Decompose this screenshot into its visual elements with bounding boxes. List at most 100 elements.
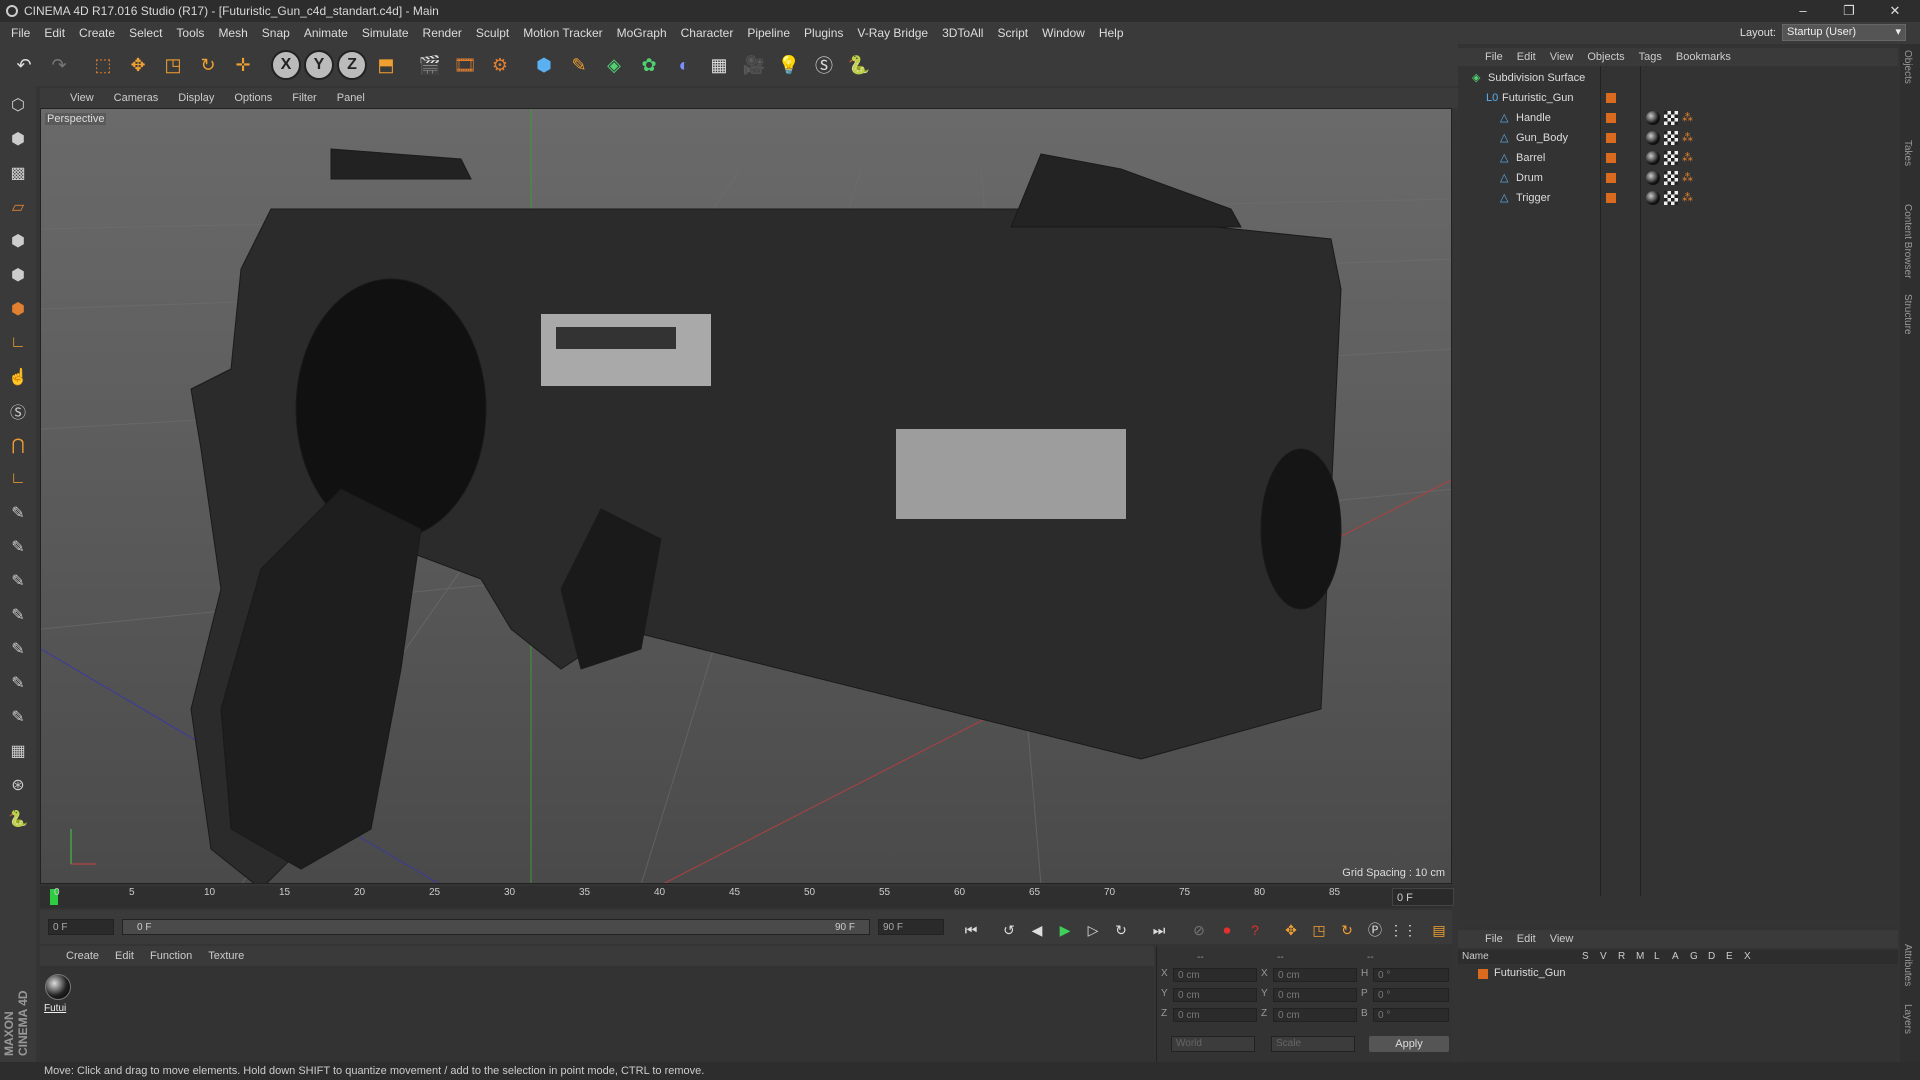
material-tag-icon[interactable] (1646, 151, 1660, 165)
layer-tag-icon[interactable] (1606, 173, 1616, 183)
uvw-tag-icon[interactable] (1664, 111, 1678, 125)
previous-frame-icon[interactable]: ◀ (1026, 919, 1048, 941)
x-axis-lock-button[interactable]: X (271, 50, 301, 80)
object-row[interactable]: △ Handle ⁂ (1458, 108, 1898, 128)
current-frame-field[interactable]: 0 F (1392, 888, 1454, 906)
menu-mesh[interactable]: Mesh (211, 26, 254, 40)
move-tool-icon[interactable]: ✥ (122, 49, 154, 81)
material-tag-icon[interactable] (1646, 171, 1660, 185)
next-key-icon[interactable]: ↻ (1110, 919, 1132, 941)
pen-spline-icon[interactable]: ✎ (563, 49, 595, 81)
workplane-icon[interactable]: ▱ (3, 192, 33, 222)
side-tab-takes[interactable]: Takes (1902, 140, 1913, 166)
layout-dropdown[interactable]: Startup (User) (1782, 24, 1906, 41)
layer-row[interactable]: Futuristic_Gun (1458, 966, 1898, 982)
viewport-menu-cameras[interactable]: Cameras (104, 92, 169, 104)
apply-button[interactable]: Apply (1369, 1036, 1449, 1052)
transform-tool-icon[interactable]: ✛ (227, 49, 259, 81)
brush-p-icon[interactable]: ✎ (3, 532, 33, 562)
position-field[interactable]: 0 cm (1173, 1008, 1257, 1022)
object-row[interactable]: △ Barrel ⁂ (1458, 148, 1898, 168)
timeline-layout-icon[interactable]: ▤ (1428, 919, 1450, 941)
layer-tag-icon[interactable] (1606, 113, 1616, 123)
y-axis-lock-button[interactable]: Y (304, 50, 334, 80)
start-frame-field[interactable]: 0 F (48, 919, 114, 935)
viewport-menu-options[interactable]: Options (224, 92, 282, 104)
axis-mode-icon[interactable]: ∟ (3, 328, 33, 358)
magnet-icon[interactable]: ⊛ (3, 770, 33, 800)
menu-pipeline[interactable]: Pipeline (740, 26, 797, 40)
mograph-cloner-icon[interactable]: ✿ (633, 49, 665, 81)
record-keys-icon[interactable]: ⊘ (1188, 919, 1210, 941)
layer-tag-icon[interactable] (1606, 133, 1616, 143)
live-selection-icon[interactable]: ⬚ (87, 49, 119, 81)
uvw-tag-icon[interactable] (1664, 131, 1678, 145)
menu-help[interactable]: Help (1092, 26, 1131, 40)
camera-icon[interactable]: 🎥 (738, 49, 770, 81)
vray-icon[interactable]: Ⓢ (808, 49, 840, 81)
solo-icon[interactable]: Ⓢ (3, 396, 33, 426)
brush-t-icon[interactable]: ✎ (3, 668, 33, 698)
scale-tool-icon[interactable]: ◳ (157, 49, 189, 81)
previous-key-icon[interactable]: ↺ (998, 919, 1020, 941)
menu-3dtoall[interactable]: 3DToAll (935, 26, 990, 40)
objects-menu-bookmarks[interactable]: Bookmarks (1669, 51, 1738, 63)
rotation-field[interactable]: 0 ° (1373, 988, 1449, 1002)
menu-file[interactable]: File (4, 26, 37, 40)
brush-u-icon[interactable]: ✎ (3, 702, 33, 732)
floor-environment-icon[interactable]: ▦ (703, 49, 735, 81)
brush-s-icon[interactable]: ✎ (3, 600, 33, 630)
menu-render[interactable]: Render (416, 26, 469, 40)
model-mode-icon[interactable]: ⬢ (3, 124, 33, 154)
size-field[interactable]: 0 cm (1273, 1008, 1357, 1022)
menu-animate[interactable]: Animate (297, 26, 355, 40)
go-to-end-icon[interactable]: ⏭ (1148, 919, 1170, 941)
phong-tag-icon[interactable]: ⁂ (1682, 168, 1693, 188)
key-scale-icon[interactable]: ◳ (1308, 919, 1330, 941)
polygons-mode-icon[interactable]: ⬢ (3, 294, 33, 324)
menu-script[interactable]: Script (990, 26, 1035, 40)
side-tab-attributes[interactable]: Attributes (1902, 944, 1913, 986)
size-field[interactable]: 0 cm (1273, 968, 1357, 982)
key-rotation-icon[interactable]: ↻ (1336, 919, 1358, 941)
menu-motion-tracker[interactable]: Motion Tracker (516, 26, 609, 40)
layer-column-r[interactable]: R (1618, 951, 1625, 962)
menu-window[interactable]: Window (1035, 26, 1092, 40)
render-settings-icon[interactable]: ⚙ (484, 49, 516, 81)
brush-r-icon[interactable]: ✎ (3, 566, 33, 596)
material-tag-icon[interactable] (1646, 111, 1660, 125)
layer-column-g[interactable]: G (1690, 951, 1698, 962)
layer-tag-icon[interactable] (1606, 93, 1616, 103)
menu-v-ray-bridge[interactable]: V-Ray Bridge (850, 26, 935, 40)
layers-menu-file[interactable]: File (1478, 933, 1510, 945)
layer-column-s[interactable]: S (1582, 951, 1589, 962)
autokey-icon[interactable]: ⏺ (1216, 919, 1238, 941)
cube-primitive-icon[interactable]: ⬢ (528, 49, 560, 81)
side-tab-objects[interactable]: Objects (1902, 50, 1913, 84)
objects-menu-edit[interactable]: Edit (1510, 51, 1543, 63)
layer-column-l[interactable]: L (1654, 951, 1660, 962)
perspective-viewport[interactable]: Perspective Grid Spacing : 10 cm (40, 108, 1452, 884)
layer-tag-icon[interactable] (1606, 153, 1616, 163)
menu-snap[interactable]: Snap (255, 26, 297, 40)
objects-menu-objects[interactable]: Objects (1580, 51, 1631, 63)
go-to-start-icon[interactable]: ⏮ (960, 919, 982, 941)
layer-column-d[interactable]: D (1708, 951, 1715, 962)
layers-menu-view[interactable]: View (1543, 933, 1581, 945)
menu-tools[interactable]: Tools (169, 26, 211, 40)
layer-column-v[interactable]: V (1600, 951, 1607, 962)
z-axis-lock-button[interactable]: Z (337, 50, 367, 80)
layers-menu-edit[interactable]: Edit (1510, 933, 1543, 945)
keyframe-selection-icon[interactable]: ? (1244, 919, 1266, 941)
object-row[interactable]: △ Drum ⁂ (1458, 168, 1898, 188)
python-icon[interactable]: 🐍 (843, 49, 875, 81)
edges-mode-icon[interactable]: ⬢ (3, 260, 33, 290)
end-frame-field[interactable]: 90 F (878, 919, 944, 935)
make-editable-icon[interactable]: ⬡ (3, 90, 33, 120)
brush-g-icon[interactable]: ✎ (3, 634, 33, 664)
side-tab-structure[interactable]: Structure (1902, 294, 1913, 335)
python-script-icon[interactable]: 🐍 (3, 804, 33, 834)
key-pla-icon[interactable]: ⋮⋮ (1389, 919, 1417, 941)
subdivision-surface-icon[interactable]: ◈ (598, 49, 630, 81)
viewport-menu-view[interactable]: View (60, 92, 104, 104)
